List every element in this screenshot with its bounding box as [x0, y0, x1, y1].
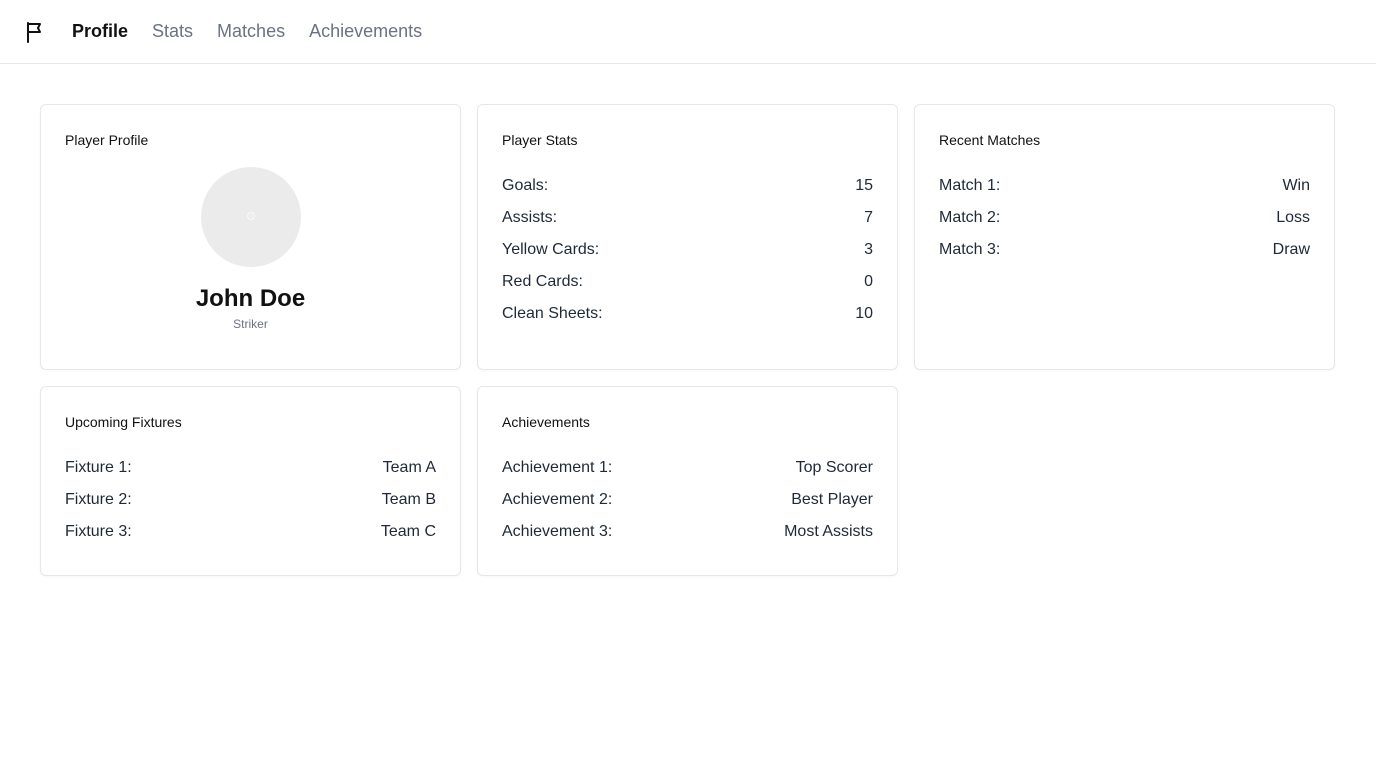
- upcoming-fixtures-card: Upcoming Fixtures Fixture 1: Team A Fixt…: [40, 386, 461, 576]
- stat-row-red-cards: Red Cards: 0: [502, 272, 873, 304]
- achievement-label: Achievement 2:: [502, 491, 613, 508]
- match-result: Loss: [1276, 209, 1310, 226]
- fixture-label: Fixture 2:: [65, 491, 132, 508]
- card-title: Player Stats: [502, 132, 578, 148]
- achievement-row: Achievement 3: Most Assists: [502, 522, 873, 554]
- stat-value: 7: [864, 209, 873, 226]
- fixture-opponent: Team C: [380, 523, 436, 540]
- fixture-row: Fixture 1: Team A: [65, 458, 436, 490]
- top-navigation-bar: Profile Stats Matches Achievements: [0, 0, 1376, 64]
- match-row: Match 3: Draw: [939, 240, 1310, 272]
- player-name: John Doe: [195, 285, 306, 312]
- flag-icon[interactable]: [24, 20, 48, 44]
- match-result: Draw: [1272, 241, 1310, 258]
- stat-row-assists: Assists: 7: [502, 208, 873, 240]
- match-label: Match 1:: [939, 177, 1001, 194]
- match-row: Match 2: Loss: [939, 208, 1310, 240]
- fixture-opponent: Team B: [381, 491, 436, 508]
- stat-label: Clean Sheets:: [502, 305, 603, 322]
- achievement-row: Achievement 1: Top Scorer: [502, 458, 873, 490]
- fixture-opponent: Team A: [382, 459, 436, 476]
- fixture-row: Fixture 2: Team B: [65, 490, 436, 522]
- avatar-placeholder-icon: [246, 208, 256, 226]
- match-label: Match 3:: [939, 241, 1001, 258]
- achievement-row: Achievement 2: Best Player: [502, 490, 873, 522]
- card-title: Upcoming Fixtures: [65, 414, 182, 430]
- achievement-label: Achievement 3:: [502, 523, 613, 540]
- stat-row-clean-sheets: Clean Sheets: 10: [502, 304, 873, 336]
- tab-matches[interactable]: Matches: [217, 21, 285, 42]
- stat-row-goals: Goals: 15: [502, 176, 873, 208]
- tab-profile[interactable]: Profile: [72, 21, 128, 42]
- match-label: Match 2:: [939, 209, 1001, 226]
- stat-value: 3: [864, 241, 873, 258]
- fixture-label: Fixture 3:: [65, 523, 132, 540]
- profile-body: John Doe Striker: [65, 167, 436, 331]
- stat-label: Yellow Cards:: [502, 241, 600, 258]
- card-title: Achievements: [502, 414, 590, 430]
- achievement-value: Top Scorer: [795, 459, 873, 476]
- achievement-value: Most Assists: [784, 523, 873, 540]
- player-stats-card: Player Stats Goals: 15 Assists: 7 Yellow…: [477, 104, 898, 370]
- achievement-label: Achievement 1:: [502, 459, 613, 476]
- stat-label: Assists:: [502, 209, 558, 226]
- fixture-label: Fixture 1:: [65, 459, 132, 476]
- stat-value: 0: [864, 273, 873, 290]
- dashboard-grid: Player Profile John Doe Striker Player S…: [0, 64, 1376, 616]
- achievement-value: Best Player: [791, 491, 873, 508]
- tab-stats[interactable]: Stats: [152, 21, 193, 42]
- recent-matches-card: Recent Matches Match 1: Win Match 2: Los…: [914, 104, 1335, 370]
- stat-label: Goals:: [502, 177, 549, 194]
- stat-label: Red Cards:: [502, 273, 583, 290]
- avatar: [200, 167, 301, 267]
- stat-value: 10: [855, 305, 873, 322]
- player-position: Striker: [233, 317, 268, 331]
- fixture-row: Fixture 3: Team C: [65, 522, 436, 554]
- achievements-card: Achievements Achievement 1: Top Scorer A…: [477, 386, 898, 576]
- stat-value: 15: [855, 177, 873, 194]
- match-row: Match 1: Win: [939, 176, 1310, 208]
- card-title: Recent Matches: [939, 132, 1041, 148]
- player-profile-card: Player Profile John Doe Striker: [40, 104, 461, 370]
- tab-achievements[interactable]: Achievements: [309, 21, 422, 42]
- match-result: Win: [1282, 177, 1310, 194]
- stat-row-yellow-cards: Yellow Cards: 3: [502, 240, 873, 272]
- card-title: Player Profile: [65, 132, 149, 148]
- main-nav: Profile Stats Matches Achievements: [72, 21, 422, 42]
